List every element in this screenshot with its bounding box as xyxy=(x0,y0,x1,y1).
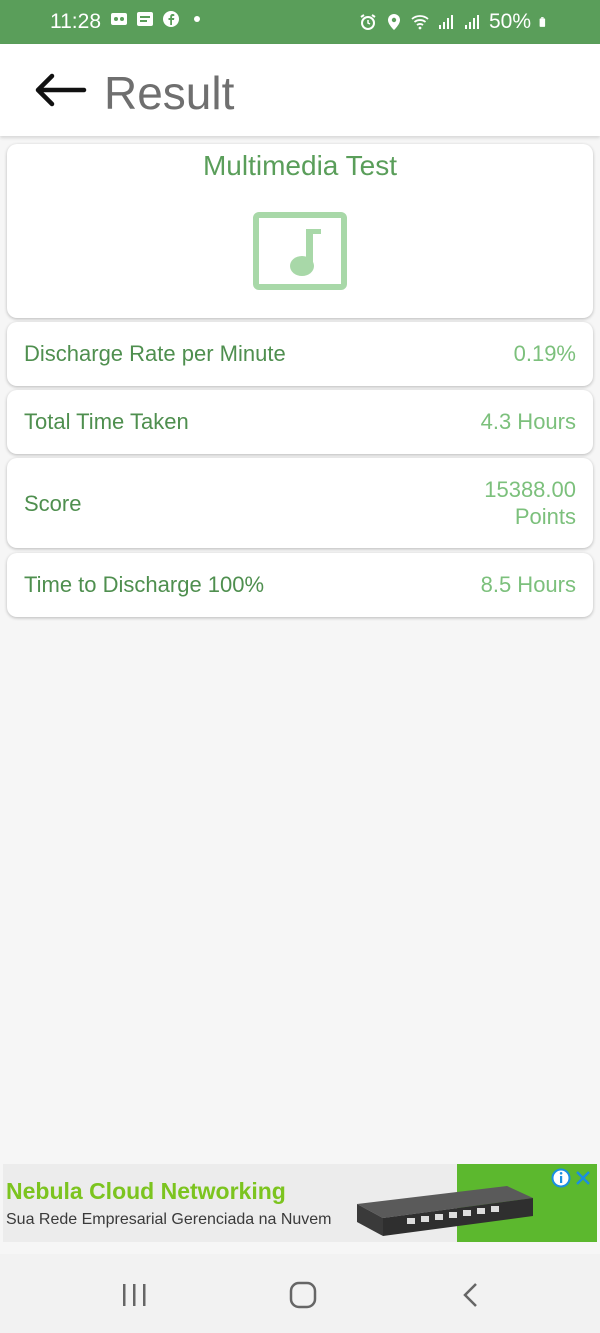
test-header-card: Multimedia Test xyxy=(7,144,593,318)
info-icon[interactable] xyxy=(551,1168,571,1188)
app-bar: Result xyxy=(0,44,600,136)
music-note-icon xyxy=(253,212,347,290)
result-row-discharge-rate: Discharge Rate per Minute 0.19% xyxy=(7,322,593,386)
battery-percent: 50% xyxy=(488,10,531,33)
location-icon xyxy=(387,14,400,30)
ad-title[interactable]: Nebula Cloud Networking xyxy=(6,1178,286,1205)
test-title: Multimedia Test xyxy=(202,150,397,181)
row-label: Discharge Rate per Minute xyxy=(24,341,286,366)
battery-icon xyxy=(539,17,546,27)
navigation-bar xyxy=(0,1254,600,1333)
signal-icon xyxy=(438,15,453,29)
arrow-left-icon[interactable] xyxy=(30,70,90,110)
status-bar: 11:28 50% xyxy=(0,0,600,44)
signal-icon xyxy=(464,15,479,29)
facebook-icon xyxy=(163,11,179,27)
row-label: Score xyxy=(24,491,82,516)
result-row-time-to-discharge: Time to Discharge 100% 8.5 Hours xyxy=(7,553,593,617)
row-label: Total Time Taken xyxy=(24,409,189,434)
voicemail-icon xyxy=(111,13,127,25)
recent-apps-icon[interactable] xyxy=(115,1280,155,1310)
row-value: 8.5 Hours xyxy=(480,572,576,597)
row-value: 15388.00 Points xyxy=(484,476,576,530)
ad-banner[interactable]: Nebula Cloud Networking Sua Rede Empresa… xyxy=(3,1164,597,1242)
status-time: 11:28 xyxy=(50,10,101,33)
row-value: 4.3 Hours xyxy=(480,409,576,434)
score-unit: Points xyxy=(514,504,576,529)
result-row-score: Score 15388.00 Points xyxy=(7,458,593,548)
row-value: 0.19% xyxy=(513,341,576,366)
message-icon xyxy=(137,12,153,26)
page-title: Result xyxy=(104,67,235,119)
score-value: 15388.00 xyxy=(484,477,576,502)
back-icon[interactable] xyxy=(452,1280,492,1310)
network-switch-image xyxy=(357,1186,533,1236)
wifi-icon xyxy=(411,15,429,30)
alarm-icon xyxy=(360,14,376,30)
ad-subtitle[interactable]: Sua Rede Empresarial Gerenciada na Nuvem xyxy=(6,1211,332,1229)
result-row-total-time: Total Time Taken 4.3 Hours xyxy=(7,390,593,454)
dot-icon xyxy=(194,16,200,22)
row-label: Time to Discharge 100% xyxy=(24,572,265,597)
home-icon[interactable] xyxy=(283,1280,323,1310)
close-icon[interactable] xyxy=(573,1168,593,1188)
